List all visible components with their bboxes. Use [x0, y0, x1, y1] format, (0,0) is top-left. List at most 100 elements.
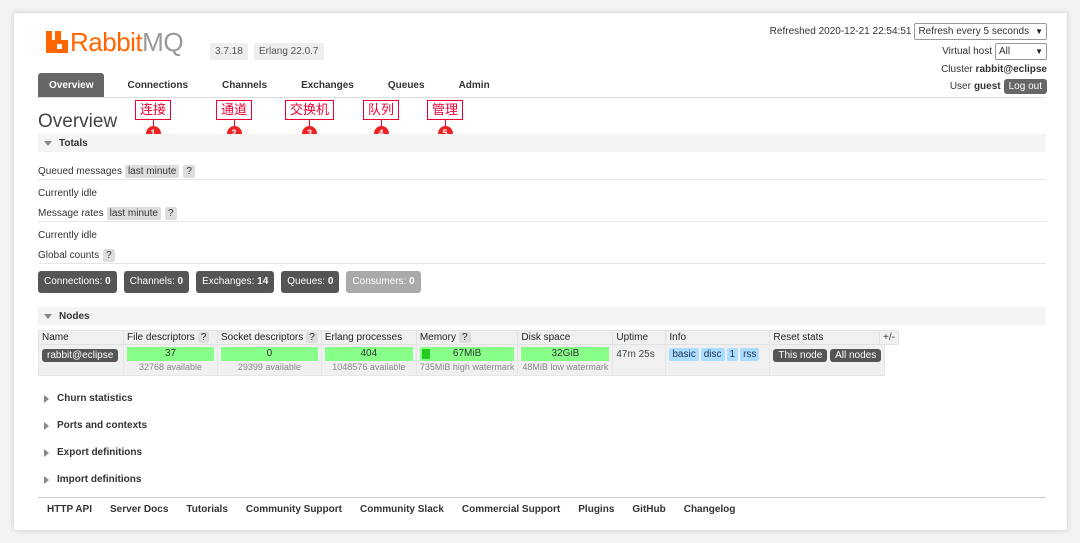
- last-minute-toggle[interactable]: last minute: [124, 164, 180, 178]
- table-row: rabbit@eclipse 37 32768 available 0 29399 …: [38, 344, 886, 376]
- info-tag: 1: [726, 348, 739, 361]
- chevron-down-icon: ▼: [1035, 47, 1043, 56]
- triangle-right-icon: [44, 421, 49, 430]
- churn-statistics-section[interactable]: Churn statistics: [44, 393, 133, 404]
- tab-queues[interactable]: Queues: [377, 73, 436, 98]
- rabbitmq-logo[interactable]: RabbitMQ: [46, 25, 184, 59]
- consumers-count[interactable]: Consumers: 0: [346, 271, 421, 293]
- info-tag: rss: [740, 348, 760, 361]
- version-badge: 3.7.18: [210, 43, 248, 60]
- rabbitmq-logo-icon: [46, 31, 68, 53]
- virtual-host-label: Virtual host: [942, 46, 992, 57]
- cluster-info: Cluster rabbit@eclipse: [941, 64, 1047, 75]
- logout-button[interactable]: Log out: [1003, 79, 1047, 94]
- message-rates-row: Message rates last minute ?: [38, 205, 1046, 221]
- annotation-label: 交换机: [285, 100, 335, 120]
- socket-descriptors-bar: 0: [221, 347, 318, 361]
- totals-section-header[interactable]: Totals: [38, 134, 1046, 152]
- connections-count[interactable]: Connections: 0: [38, 271, 117, 293]
- help-button[interactable]: ?: [164, 206, 177, 220]
- footer-links: HTTP API Server Docs Tutorials Community…: [47, 504, 735, 515]
- erlang-version-badge: Erlang 22.0.7: [254, 43, 324, 60]
- col-erlang-processes: Erlang processes: [320, 330, 417, 345]
- column-toggle-button[interactable]: +/-: [879, 330, 899, 345]
- tab-exchanges[interactable]: Exchanges: [290, 73, 365, 98]
- divider: [38, 221, 1046, 222]
- refreshed-timestamp: Refreshed 2020-12-21 22:54:51: [769, 26, 912, 37]
- footer-link-changelog[interactable]: Changelog: [684, 504, 736, 515]
- virtual-host-select[interactable]: All ▼: [995, 43, 1047, 60]
- col-uptime: Uptime: [612, 330, 667, 345]
- queues-count[interactable]: Queues: 0: [281, 271, 340, 293]
- col-socket-descriptors: Socket descriptors?: [217, 330, 322, 345]
- queued-messages-row: Queued messages last minute ?: [38, 163, 1046, 179]
- erlang-processes-bar: 404: [324, 347, 413, 361]
- footer-link-tutorials[interactable]: Tutorials: [186, 504, 227, 515]
- annotation-label: 连接: [135, 100, 172, 120]
- export-definitions-section[interactable]: Export definitions: [44, 447, 142, 458]
- node-name-link[interactable]: rabbit@eclipse: [42, 349, 119, 362]
- footer-divider: [38, 497, 1046, 498]
- info-tag: basic: [669, 348, 699, 361]
- col-memory: Memory?: [415, 330, 519, 345]
- triangle-down-icon: [44, 140, 52, 146]
- file-descriptors-bar: 37: [127, 347, 214, 361]
- import-definitions-section[interactable]: Import definitions: [44, 474, 141, 485]
- tab-channels[interactable]: Channels: [211, 73, 278, 98]
- uptime-value: 47m 25s: [612, 344, 667, 376]
- logo-text: RabbitMQ: [70, 26, 184, 57]
- disk-space-bar: 32GiB: [521, 347, 610, 361]
- divider: [38, 179, 1046, 180]
- col-info: Info: [665, 330, 771, 345]
- refresh-interval-select[interactable]: Refresh every 5 seconds ▼: [914, 23, 1047, 40]
- help-button[interactable]: ?: [183, 164, 195, 178]
- footer-link-server-docs[interactable]: Server Docs: [110, 504, 168, 515]
- page-title: Overview: [38, 111, 118, 132]
- help-button[interactable]: ?: [103, 248, 115, 262]
- footer-link-community-support[interactable]: Community Support: [246, 504, 342, 515]
- triangle-right-icon: [44, 475, 49, 484]
- ports-contexts-section[interactable]: Ports and contexts: [44, 420, 147, 431]
- info-tag: disc: [700, 348, 725, 361]
- last-minute-toggle[interactable]: last minute: [106, 206, 161, 220]
- memory-bar: 67MiB: [419, 347, 515, 361]
- footer-link-plugins[interactable]: Plugins: [578, 504, 614, 515]
- help-button[interactable]: ?: [197, 332, 210, 343]
- col-reset-stats: Reset stats: [769, 330, 886, 345]
- help-button[interactable]: ?: [306, 332, 318, 343]
- global-counts-row: Global counts ?: [38, 247, 1046, 263]
- user-label: User: [949, 81, 971, 92]
- tab-overview[interactable]: Overview: [38, 73, 105, 98]
- help-button[interactable]: ?: [458, 332, 471, 343]
- col-name: Name: [38, 330, 124, 345]
- tab-admin[interactable]: Admin: [448, 73, 501, 98]
- table-header-row: Name File descriptors? Socket descriptor…: [38, 330, 886, 345]
- reset-all-nodes-button[interactable]: All nodes: [830, 349, 882, 362]
- footer-link-github[interactable]: GitHub: [632, 504, 665, 515]
- nodes-table: Name File descriptors? Socket descriptor…: [38, 330, 886, 376]
- triangle-right-icon: [44, 448, 49, 457]
- app-window: RabbitMQ 3.7.18 Erlang 22.0.7 Refreshed …: [14, 13, 1067, 530]
- queued-idle-text: Currently idle: [38, 187, 97, 199]
- channels-count[interactable]: Channels: 0: [123, 271, 190, 293]
- exchanges-count[interactable]: Exchanges: 14: [196, 271, 275, 293]
- annotation-label: 管理: [427, 100, 464, 120]
- triangle-right-icon: [44, 394, 49, 403]
- triangle-down-icon: [44, 313, 52, 319]
- annotation-label: 通道: [216, 100, 253, 120]
- user-name: guest: [973, 81, 1001, 92]
- info-tags: basic disc 1 rss: [665, 344, 771, 376]
- col-file-descriptors: File descriptors?: [123, 330, 218, 345]
- rates-idle-text: Currently idle: [38, 229, 97, 241]
- col-disk-space: Disk space: [517, 330, 614, 345]
- tab-connections[interactable]: Connections: [116, 73, 199, 98]
- reset-this-node-button[interactable]: This node: [773, 349, 828, 362]
- chevron-down-icon: ▼: [1035, 27, 1043, 36]
- divider: [38, 263, 1046, 264]
- object-counts: Connections: 0 Channels: 0 Exchanges: 14…: [38, 271, 421, 293]
- footer-link-community-slack[interactable]: Community Slack: [360, 504, 444, 515]
- nodes-section-header[interactable]: Nodes: [38, 307, 1046, 325]
- footer-link-http-api[interactable]: HTTP API: [47, 504, 92, 515]
- footer-link-commercial-support[interactable]: Commercial Support: [462, 504, 560, 515]
- annotation-label: 队列: [363, 100, 400, 120]
